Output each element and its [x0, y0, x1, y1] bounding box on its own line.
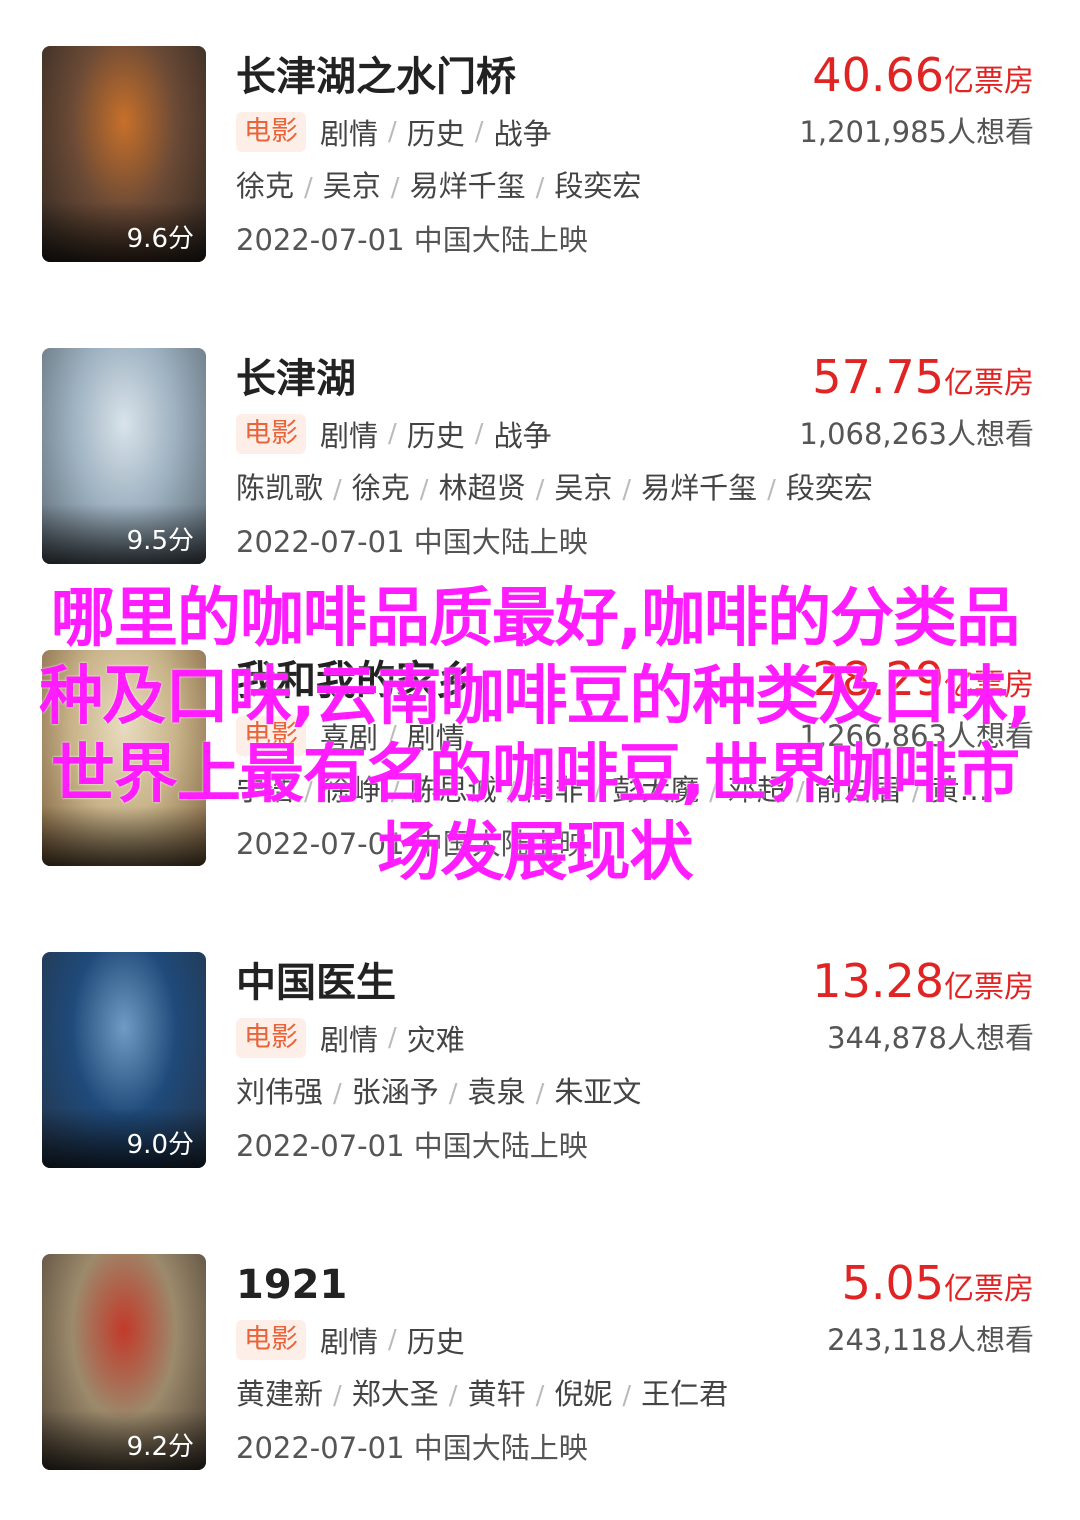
box-office-value: 5.05 — [841, 1256, 944, 1310]
separator: / — [535, 173, 545, 203]
cast-member: 段奕宏 — [554, 169, 642, 203]
separator: / — [448, 1079, 458, 1109]
separator: / — [388, 1325, 397, 1355]
rating-score: 9.0分 — [126, 1130, 194, 1160]
genre-line: 电影 剧情 / 历史 / 战争 — [236, 414, 552, 454]
genre-label: 历史 — [406, 1325, 465, 1359]
genre-label: 历史 — [406, 117, 465, 151]
movie-poster[interactable]: 9.2分 — [42, 1254, 206, 1470]
genre-label: 剧情 — [320, 419, 379, 453]
cast-member: 徐克 — [236, 169, 295, 203]
cast-member: 张涵予 — [351, 1075, 439, 1109]
separator: / — [535, 1079, 545, 1109]
cast-member: 吴京 — [554, 471, 613, 505]
type-tag: 电影 — [236, 112, 306, 152]
movie-title[interactable]: 中国医生 — [236, 958, 396, 1008]
separator: / — [333, 1079, 342, 1109]
genre-label: 剧情 — [320, 1023, 379, 1057]
movie-card[interactable]: 9.5分 长津湖 57.75亿票房电影 剧情 / 历史 / 战争 1,068,263人想看陈凯歌… — [0, 348, 1080, 608]
cast-member: 徐克 — [351, 471, 410, 505]
cast-line: 黄建新 / 郑大圣 / 黄轩 / 倪妮 / 王仁君 — [236, 1374, 728, 1416]
box-office: 5.05亿票房 — [842, 1256, 1034, 1321]
separator: / — [304, 173, 313, 203]
want-to-see-count: 1,201,985人想看 — [799, 115, 1034, 149]
want-to-see-count: 1,068,263人想看 — [799, 417, 1034, 451]
cast-member: 刘伟强 — [236, 1075, 324, 1109]
genre-line: 电影 剧情 / 历史 — [236, 1320, 465, 1360]
genre-label: 战争 — [493, 117, 552, 151]
movie-title[interactable]: 1921 — [236, 1260, 347, 1310]
movie-card[interactable]: 9.2分 1921 5.05亿票房电影 剧情 / 历史 243,118人想看黄建新 / 郑大圣 /… — [0, 1254, 1080, 1514]
movie-poster[interactable]: 9.0分 — [42, 952, 206, 1168]
separator: / — [448, 1381, 458, 1411]
box-office: 13.28亿票房 — [812, 954, 1034, 1019]
movie-poster[interactable]: 9.6分 — [42, 46, 206, 262]
box-office-value: 13.28 — [812, 954, 944, 1008]
box-office: 40.66亿票房 — [812, 48, 1034, 113]
cast-member: 易烊千玺 — [641, 471, 758, 505]
cast-member: 郑大圣 — [351, 1377, 439, 1411]
cast-line: 刘伟强 / 张涵予 / 袁泉 / 朱亚文 — [236, 1072, 641, 1114]
box-office-unit: 亿票房 — [944, 1272, 1034, 1307]
cast-member: 倪妮 — [554, 1377, 613, 1411]
box-office-value: 40.66 — [812, 48, 944, 102]
cast-member: 陈凯歌 — [236, 471, 324, 505]
genre-label: 剧情 — [320, 1325, 379, 1359]
release-date: 2022-07-01 中国大陆上映 — [236, 1129, 588, 1163]
box-office-unit: 亿票房 — [944, 366, 1034, 401]
release-date: 2022-07-01 中国大陆上映 — [236, 525, 588, 559]
release-date: 2022-07-01 中国大陆上映 — [236, 223, 588, 257]
cast-line: 徐克 / 吴京 / 易烊千玺 / 段奕宏 — [236, 166, 641, 208]
genre-label: 灾难 — [406, 1023, 465, 1057]
separator: / — [474, 419, 484, 449]
cast-member: 袁泉 — [467, 1075, 526, 1109]
genre-label: 历史 — [406, 419, 465, 453]
cast-member: 王仁君 — [641, 1377, 729, 1411]
want-to-see-count: 243,118人想看 — [827, 1323, 1034, 1357]
genre-line: 电影 剧情 / 历史 / 战争 — [236, 112, 552, 152]
separator: / — [622, 475, 632, 505]
type-tag: 电影 — [236, 1320, 306, 1360]
separator: / — [388, 419, 397, 449]
separator: / — [333, 1381, 342, 1411]
genre-label: 战争 — [493, 419, 552, 453]
box-office-value: 57.75 — [812, 350, 944, 404]
separator: / — [390, 173, 400, 203]
movie-card[interactable]: 9.0分 中国医生 13.28亿票房电影 剧情 / 灾难 344,878人想看刘伟强 / 张涵予… — [0, 952, 1080, 1212]
separator: / — [388, 117, 397, 147]
separator: / — [535, 1381, 545, 1411]
separator: / — [767, 475, 776, 505]
cast-member: 易烊千玺 — [409, 169, 526, 203]
separator: / — [622, 1381, 632, 1411]
rating-score: 9.2分 — [126, 1432, 194, 1462]
movie-title[interactable]: 长津湖之水门桥 — [236, 52, 516, 102]
separator: / — [474, 117, 484, 147]
box-office-unit: 亿票房 — [944, 64, 1034, 99]
rating-score: 9.6分 — [126, 224, 194, 254]
type-tag: 电影 — [236, 414, 306, 454]
rating-score: 9.5分 — [126, 526, 194, 556]
cast-member: 朱亚文 — [554, 1075, 642, 1109]
type-tag: 电影 — [236, 1018, 306, 1058]
genre-line: 电影 剧情 / 灾难 — [236, 1018, 465, 1058]
want-to-see-count: 344,878人想看 — [827, 1021, 1034, 1055]
cast-member: 吴京 — [322, 169, 381, 203]
release-date: 2022-07-01 中国大陆上映 — [236, 1431, 588, 1465]
cast-member: 黄轩 — [467, 1377, 526, 1411]
movie-title[interactable]: 长津湖 — [236, 354, 356, 404]
cast-member: 黄建新 — [236, 1377, 324, 1411]
cast-member: 林超贤 — [438, 471, 526, 505]
separator: / — [333, 475, 342, 505]
movie-card[interactable]: 9.6分 长津湖之水门桥 40.66亿票房 电影 剧情 / 历史 / 战争 1,201,985人想… — [0, 46, 1080, 306]
box-office: 57.75亿票房 — [812, 350, 1034, 415]
movie-poster[interactable]: 9.5分 — [42, 348, 206, 564]
separator: / — [388, 1023, 397, 1053]
cast-member: 段奕宏 — [785, 471, 873, 505]
separator: / — [535, 475, 545, 505]
genre-label: 剧情 — [320, 117, 379, 151]
box-office-unit: 亿票房 — [944, 970, 1034, 1005]
separator: / — [419, 475, 429, 505]
cast-line: 陈凯歌 / 徐克 / 林超贤 / 吴京 / 易烊千玺 / 段奕宏 — [236, 468, 873, 510]
overlay-headline: 哪里的咖啡品质最好,咖啡的分类品种及口味,云南咖啡豆的种类及口味,世界上最有名的… — [39, 582, 1032, 890]
